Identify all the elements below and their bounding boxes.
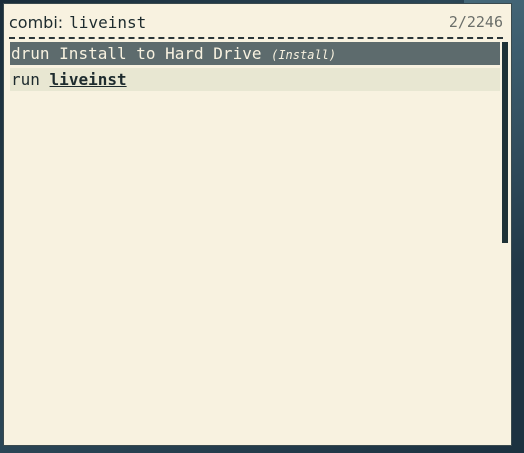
prompt-separator: : (57, 12, 64, 32)
search-input[interactable]: liveinst (69, 13, 449, 32)
scrollbar[interactable] (502, 42, 508, 243)
result-counter: 2/2246 (448, 13, 503, 31)
result-item-install[interactable]: drun Install to Hard Drive (Install) (10, 42, 500, 65)
result-prefix: drun (11, 44, 50, 63)
result-name: Install to Hard Drive (59, 44, 262, 63)
result-item-liveinst[interactable]: run liveinst (10, 68, 500, 91)
result-name: liveinst (49, 70, 127, 89)
scrollbar-thumb[interactable] (502, 42, 508, 243)
input-bar: combi: liveinst 2/2246 (9, 8, 503, 36)
result-prefix: run (11, 70, 40, 89)
result-subtitle: (Install) (271, 48, 337, 62)
launcher-window: combi: liveinst 2/2246 drun Install to H… (3, 3, 512, 446)
results-list: drun Install to Hard Drive (Install) run… (10, 42, 500, 94)
input-divider (9, 37, 503, 39)
mode-prompt: combi (9, 12, 58, 32)
